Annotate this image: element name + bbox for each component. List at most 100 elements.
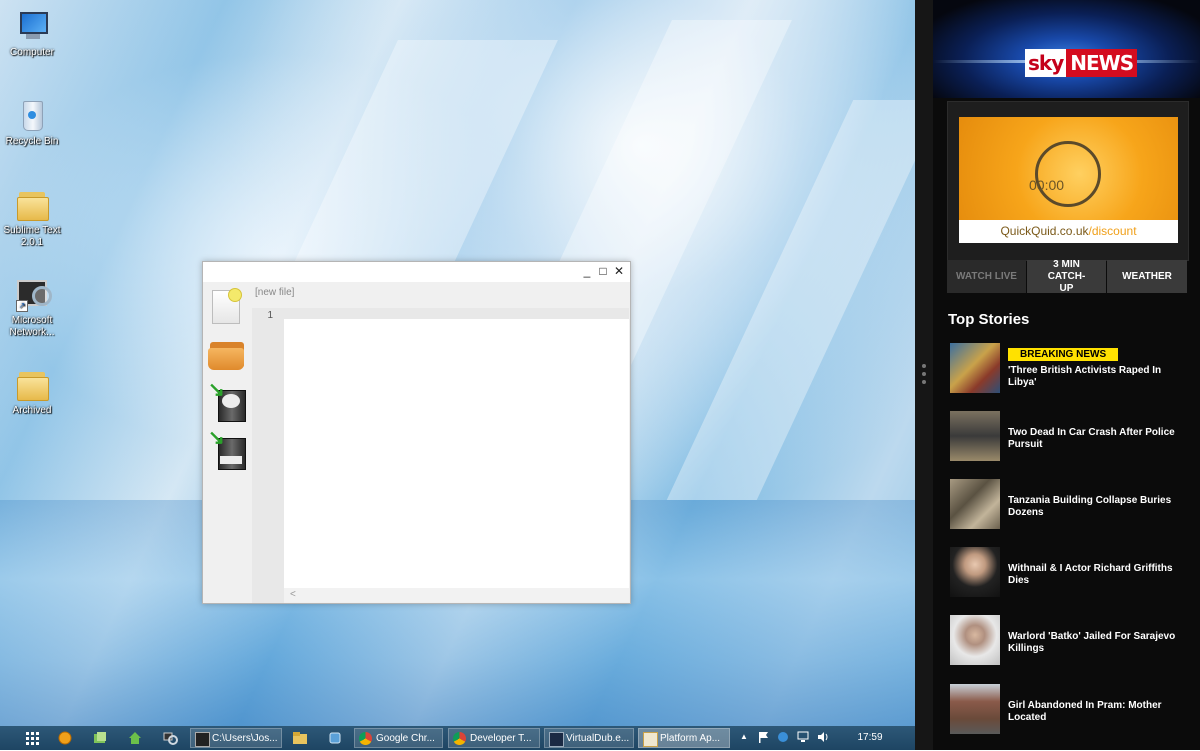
- home-icon[interactable]: [127, 730, 143, 746]
- ad-brand-bar: QuickQuid.co.uk/discount: [959, 220, 1178, 243]
- story-headline: Two Dead In Car Crash After Police Pursu…: [1008, 427, 1175, 450]
- bluetooth-network-icon[interactable]: [777, 731, 789, 743]
- minimize-button[interactable]: _: [580, 264, 594, 278]
- grip-dot-icon: [922, 380, 926, 384]
- taskbar-button-label: C:\Users\Jos...: [212, 733, 278, 744]
- desktop-icon-label: Archived: [12, 405, 52, 416]
- story-item[interactable]: Two Dead In Car Crash After Police Pursu…: [950, 411, 1195, 461]
- folder-icon: [14, 186, 50, 222]
- top-stories-heading: Top Stories: [948, 311, 1030, 328]
- desktop-icon-label: Computer: [10, 47, 54, 58]
- show-hidden-icons-button[interactable]: ▲: [738, 731, 750, 743]
- story-item[interactable]: Warlord 'Batko' Jailed For Sarajevo Kill…: [950, 615, 1195, 665]
- taskbar-button-chrome[interactable]: Google Chr...: [354, 728, 443, 748]
- line-gutter: 1: [252, 308, 284, 603]
- taskbar-button-label: Developer T...: [470, 733, 532, 744]
- story-item[interactable]: BREAKING NEWS 'Three British Activists R…: [950, 343, 1195, 393]
- logo-sky-text: sky: [1025, 49, 1067, 77]
- chrome-icon: [453, 732, 466, 745]
- network-monitor-icon: ↗: [14, 276, 52, 312]
- taskbar-button-virtualdub[interactable]: VirtualDub.e...: [544, 728, 634, 748]
- clock[interactable]: 17:59: [850, 726, 890, 750]
- snap-divider[interactable]: [915, 0, 933, 750]
- desktop-icon-microsoft-network[interactable]: ↗ Microsoft Network...: [0, 276, 64, 339]
- chrome-icon: [359, 732, 372, 745]
- story-item[interactable]: Girl Abandoned In Pram: Mother Located: [950, 684, 1195, 734]
- editor-text-area[interactable]: [284, 308, 629, 588]
- orange-app-icon[interactable]: [57, 730, 73, 746]
- taskbar-button-label: VirtualDub.e...: [566, 733, 630, 744]
- sky-header: sky NEWS: [933, 0, 1200, 98]
- story-thumbnail: [950, 615, 1000, 665]
- console-icon: [195, 732, 210, 747]
- flag-icon[interactable]: [757, 731, 769, 743]
- story-headline: Withnail & I Actor Richard Griffiths Die…: [1008, 563, 1173, 586]
- explorer-icon[interactable]: [292, 730, 308, 746]
- taskbar-button-label: Google Chr...: [376, 733, 435, 744]
- save-as-button[interactable]: ↘: [208, 428, 246, 470]
- advertisement[interactable]: 00:00 QuickQuid.co.uk/discount: [959, 117, 1178, 243]
- desktop-icon-label: Sublime Text 2.0.1: [3, 225, 61, 248]
- story-item[interactable]: Withnail & I Actor Richard Griffiths Die…: [950, 547, 1195, 597]
- line-number: 1: [267, 310, 273, 321]
- desktop-icon-archived[interactable]: Archived: [0, 366, 64, 417]
- story-thumbnail: [950, 411, 1000, 461]
- story-item[interactable]: Tanzania Building Collapse Buries Dozens: [950, 479, 1195, 529]
- desktop-icon-computer[interactable]: Computer: [0, 8, 64, 59]
- computer-icon: [14, 8, 50, 44]
- new-file-button[interactable]: [208, 286, 246, 326]
- breaking-news-badge: BREAKING NEWS: [1008, 348, 1119, 361]
- current-line-highlight: [284, 308, 629, 319]
- taskbar-button-label: Platform Ap...: [660, 733, 721, 744]
- story-headline: 'Three British Activists Raped In Libya': [1008, 365, 1162, 388]
- sky-tabs: WATCH LIVE 3 MIN CATCH-UP WEATHER: [947, 259, 1187, 294]
- file-tab[interactable]: [new file]: [255, 287, 294, 298]
- recycle-bin-icon: [14, 97, 50, 133]
- taskbar: C:\Users\Jos... Google Chr... Developer …: [0, 726, 915, 750]
- window-titlebar[interactable]: _ □ ✕: [203, 262, 630, 282]
- sky-news-logo: sky NEWS: [1025, 49, 1138, 77]
- taskbar-button-platform-app[interactable]: Platform Ap...: [638, 728, 730, 748]
- volume-icon[interactable]: [817, 731, 829, 743]
- taskbar-button-cmd[interactable]: C:\Users\Jos...: [190, 728, 282, 748]
- app-icon[interactable]: [327, 730, 343, 746]
- story-thumbnail: [950, 684, 1000, 734]
- story-headline: Tanzania Building Collapse Buries Dozens: [1008, 495, 1172, 518]
- grip-dot-icon: [922, 364, 926, 368]
- logo-news-text: NEWS: [1066, 49, 1138, 77]
- text-editor-window[interactable]: _ □ ✕ ↘ ↘ [new file] 1 <: [202, 261, 631, 604]
- desktop: Computer Recycle Bin Sublime Text 2.0.1 …: [0, 0, 915, 726]
- ad-timer: 00:00: [1029, 177, 1065, 193]
- save-button[interactable]: ↘: [208, 380, 246, 422]
- story-thumbnail: [950, 479, 1000, 529]
- ad-brand: QuickQuid.co.uk: [1000, 224, 1089, 238]
- maximize-button[interactable]: □: [596, 264, 610, 278]
- tab-watch-live[interactable]: WATCH LIVE: [947, 260, 1026, 293]
- editor-toolbar: ↘ ↘: [203, 282, 251, 603]
- start-grid-icon[interactable]: [24, 730, 40, 746]
- notepad-icon: [643, 732, 658, 747]
- open-folder-button[interactable]: [208, 334, 246, 374]
- virtualdub-icon: [549, 732, 564, 747]
- desktop-icon-label: Microsoft Network...: [9, 315, 55, 338]
- scroll-left-arrow[interactable]: <: [290, 589, 296, 600]
- story-headline: Girl Abandoned In Pram: Mother Located: [1008, 700, 1162, 723]
- tab-weather[interactable]: WEATHER: [1107, 260, 1187, 293]
- desktop-icon-recycle-bin[interactable]: Recycle Bin: [0, 97, 64, 148]
- close-button[interactable]: ✕: [612, 264, 626, 278]
- stopwatch-icon: [1035, 141, 1101, 207]
- folder-icon: [14, 366, 50, 402]
- monitor-icon[interactable]: [797, 731, 809, 743]
- story-headline: Warlord 'Batko' Jailed For Sarajevo Kill…: [1008, 631, 1176, 654]
- ad-brand-suffix: /discount: [1088, 224, 1137, 238]
- story-thumbnail: [950, 547, 1000, 597]
- story-thumbnail: [950, 343, 1000, 393]
- grip-dot-icon: [922, 372, 926, 376]
- files-app-icon[interactable]: [92, 730, 108, 746]
- horizontal-scrollbar[interactable]: <: [284, 588, 629, 602]
- taskbar-button-devtools[interactable]: Developer T...: [448, 728, 540, 748]
- desktop-icon-sublime-text[interactable]: Sublime Text 2.0.1: [0, 186, 64, 249]
- network-icon[interactable]: [162, 730, 178, 746]
- tab-catch-up[interactable]: 3 MIN CATCH-UP: [1027, 259, 1106, 294]
- desktop-icon-label: Recycle Bin: [5, 136, 59, 147]
